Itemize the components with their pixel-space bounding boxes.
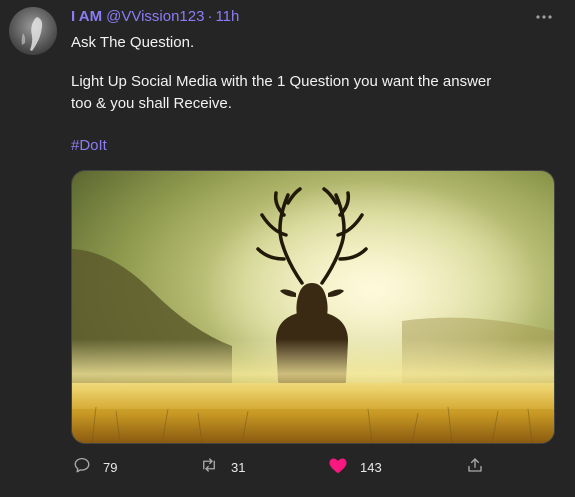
retweet-icon — [199, 456, 219, 479]
tweet-text-line-3: too & you shall Receive. — [71, 95, 232, 112]
timestamp[interactable]: 11h — [215, 8, 239, 25]
hashtag-link[interactable]: #DoIt — [71, 137, 107, 154]
tweet-header: I AM @VVission123 · 11h — [71, 8, 239, 28]
user-handle[interactable]: @VVission123 — [106, 8, 204, 25]
heart-icon — [328, 456, 348, 479]
like-button[interactable]: 143 — [328, 455, 382, 479]
share-button[interactable] — [466, 455, 484, 479]
retweet-count: 31 — [231, 459, 246, 475]
reply-count: 79 — [103, 459, 118, 475]
like-count: 143 — [360, 459, 382, 475]
tweet-actions: 79 31 143 — [0, 455, 575, 479]
tweet-text-line-2: Light Up Social Media with the 1 Questio… — [71, 73, 492, 90]
share-icon — [466, 456, 484, 479]
display-name[interactable]: I AM — [71, 8, 102, 25]
retweet-button[interactable]: 31 — [199, 455, 245, 479]
reply-icon — [73, 456, 91, 479]
separator-dot: · — [207, 8, 213, 25]
avatar[interactable] — [9, 7, 57, 55]
tweet-text-line-1: Ask The Question. — [71, 34, 195, 51]
tweet-image[interactable] — [71, 170, 555, 444]
tweet: I AM @VVission123 · 11h Ask The Question… — [0, 0, 575, 497]
more-icon[interactable] — [534, 8, 554, 26]
reply-button[interactable]: 79 — [73, 455, 117, 479]
